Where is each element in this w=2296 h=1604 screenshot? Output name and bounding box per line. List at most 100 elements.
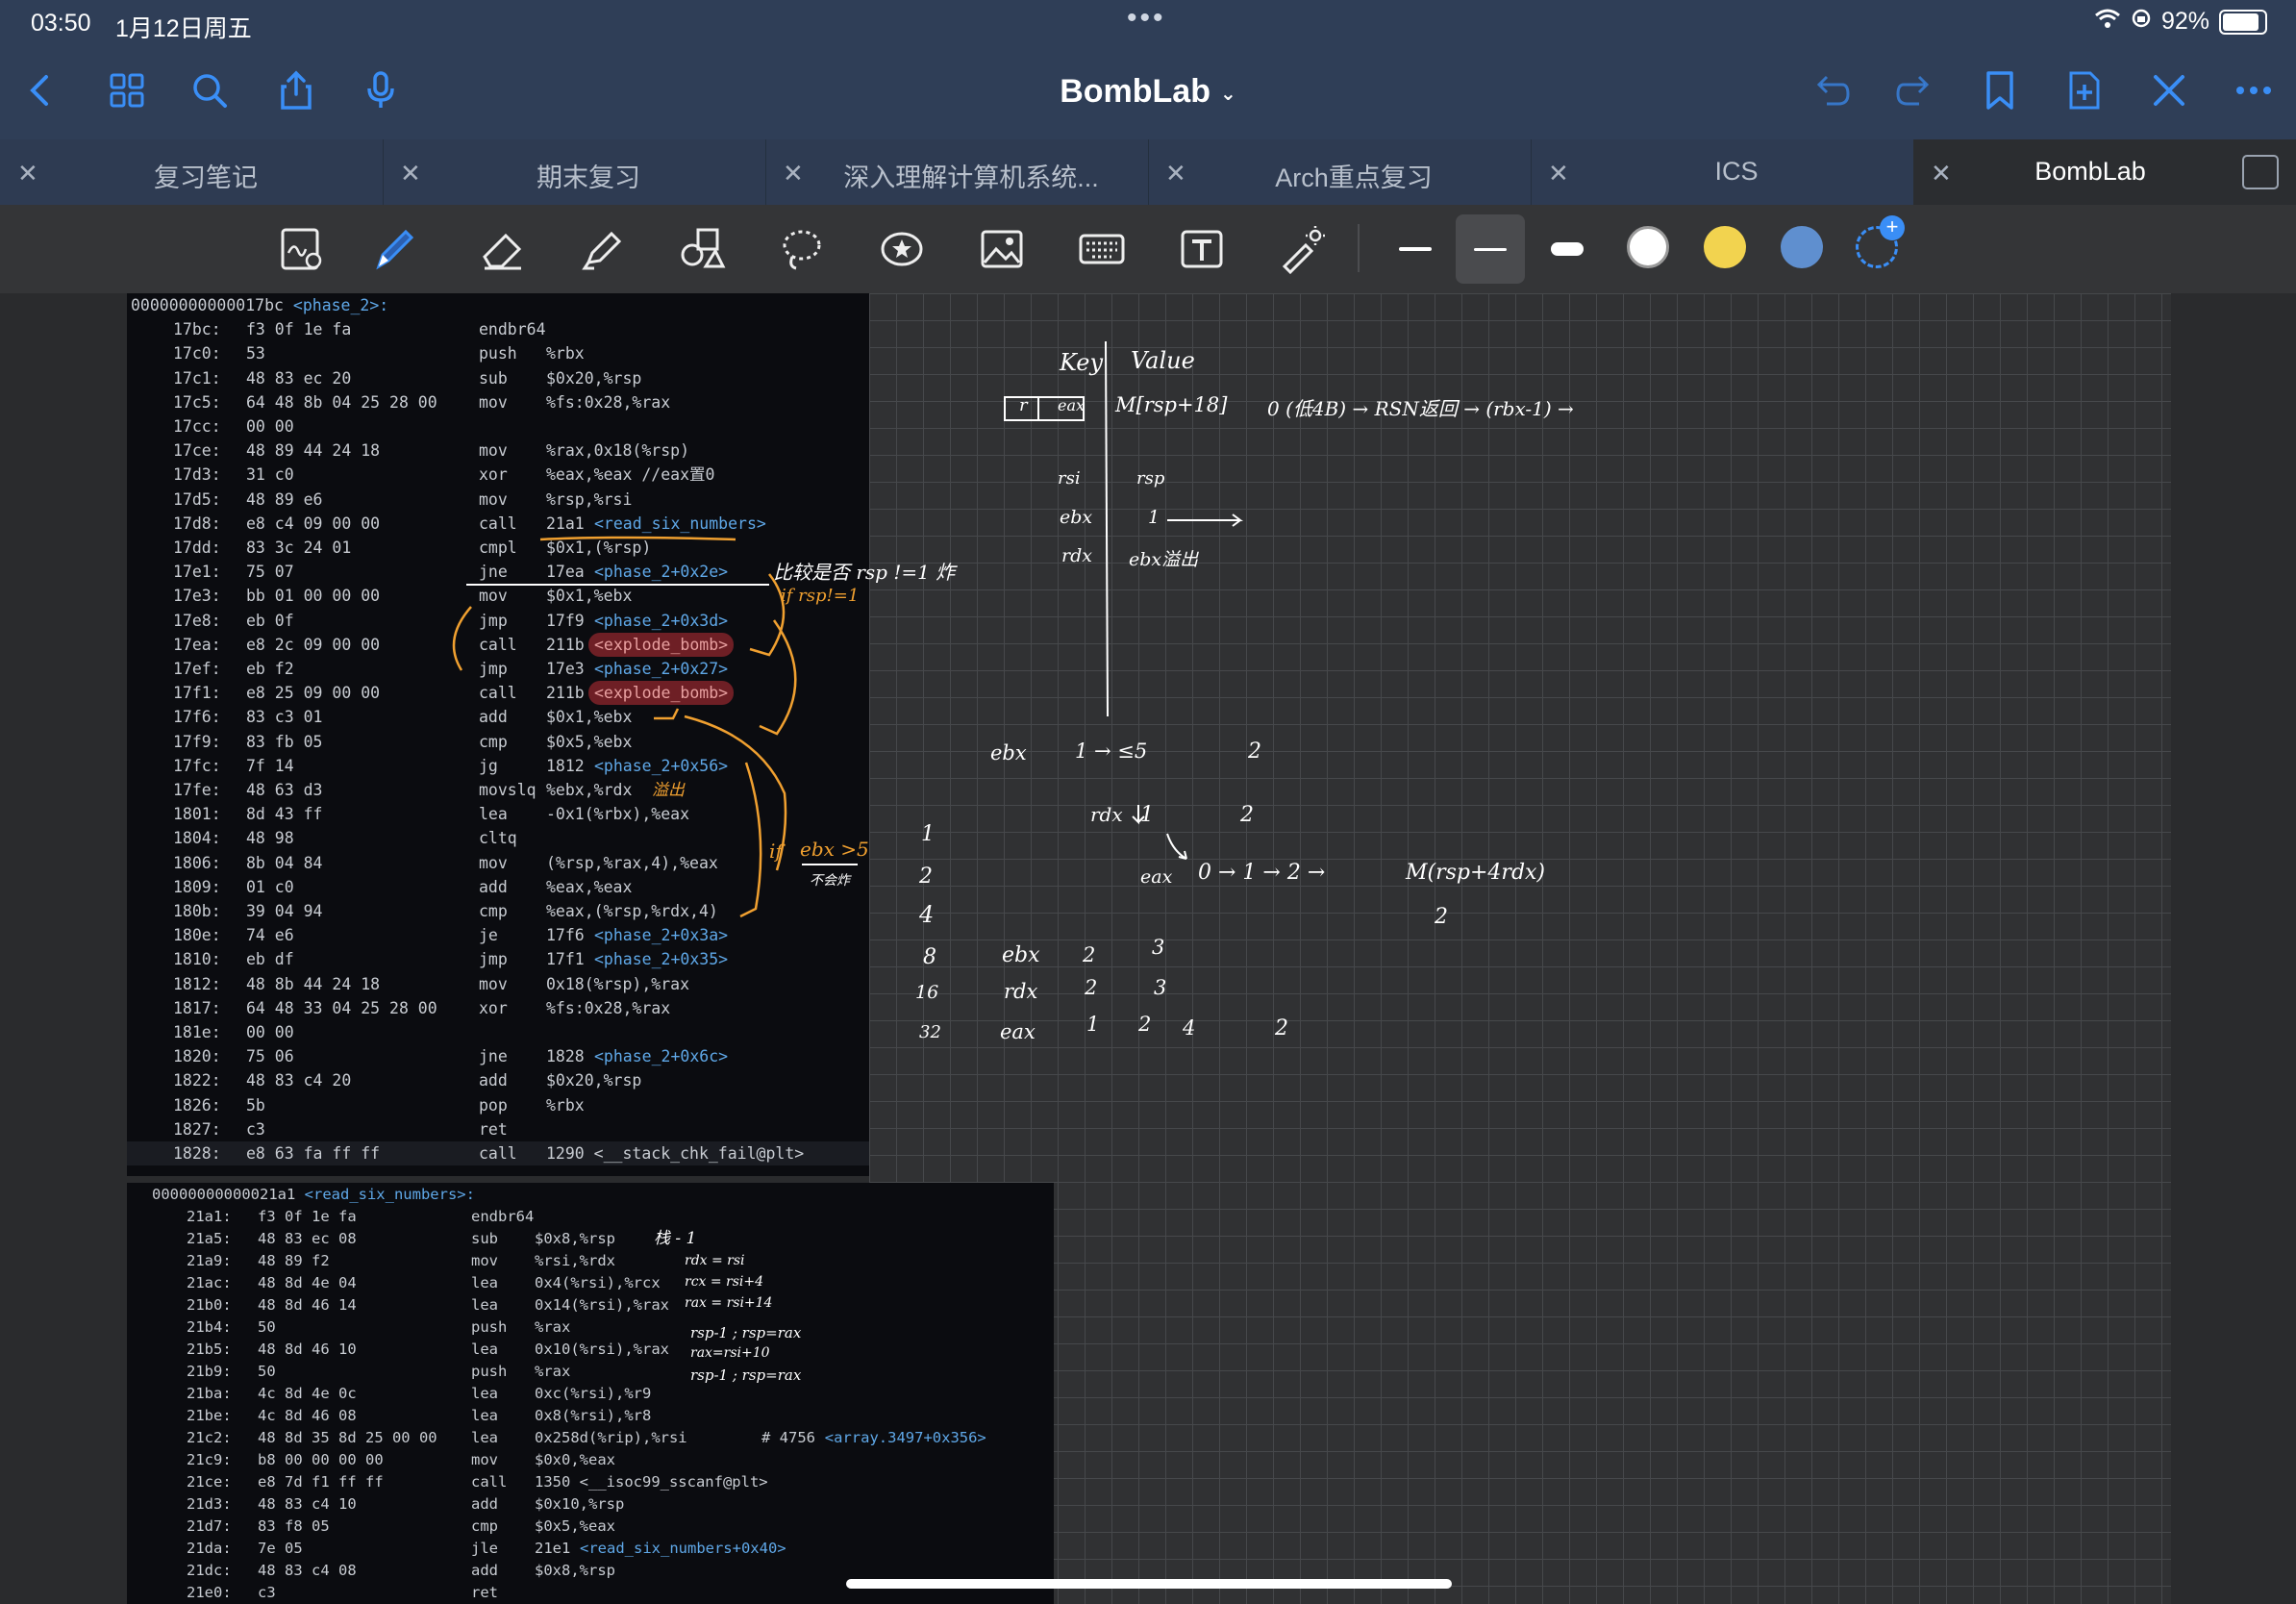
document-title[interactable]: BombLab ⌄: [0, 73, 2296, 111]
trace-ebx-range: 1 → ≤5: [1075, 739, 1148, 763]
note-stack-minus-1: 栈 - 1: [654, 1229, 697, 1248]
more-icon[interactable]: [2227, 63, 2281, 117]
home-indicator[interactable]: [846, 1579, 1452, 1589]
tab-close-icon[interactable]: ✕: [1165, 159, 1186, 188]
kv-row2-value: rsp: [1136, 468, 1165, 489]
stroke-medium-icon[interactable]: [1456, 214, 1525, 284]
note-if-rsp: if rsp!=1: [781, 586, 860, 606]
trace2-rdx-label: rdx: [1004, 980, 1038, 1003]
trace2-eax-end: 2: [1275, 1016, 1288, 1040]
seq-2: 2: [919, 865, 933, 889]
annotation-strokes: [452, 536, 858, 918]
trace-arrows: [1132, 805, 1187, 860]
trace2-eax-2: 2: [1138, 1013, 1152, 1036]
kv-value-header: Value: [1131, 347, 1195, 374]
kv-row3-value: 1: [1148, 507, 1160, 528]
tab-label: ICS: [1714, 157, 1759, 186]
battery-percent: 92%: [2160, 8, 2209, 35]
drawing-toolbar: +: [0, 205, 2296, 293]
seq-16: 16: [915, 982, 939, 1003]
tab-ics[interactable]: ✕ ICS: [1531, 139, 1914, 205]
color-swatch-yellow[interactable]: [1704, 226, 1746, 268]
tab-review-notes[interactable]: ✕ 复习笔记: [0, 139, 384, 205]
tab-close-icon[interactable]: ✕: [17, 159, 38, 188]
text-icon[interactable]: [1167, 214, 1236, 284]
note-canvas[interactable]: 00000000000017bc <phase_2>: 17bc: f3 0f 1…: [0, 293, 2296, 1604]
trace-ebx-2: 2: [1248, 739, 1261, 764]
pen-icon[interactable]: [360, 214, 429, 284]
trace-rdx-label: rdx: [1090, 803, 1123, 826]
stroke-thick-icon[interactable]: [1533, 214, 1602, 284]
eraser-icon[interactable]: [467, 214, 537, 284]
tab-label: 复习笔记: [154, 163, 258, 192]
tab-label: 深入理解计算机系统...: [843, 163, 1099, 192]
seq-8: 8: [923, 945, 936, 969]
keyboard-icon[interactable]: [1067, 214, 1136, 284]
image-icon[interactable]: [967, 214, 1036, 284]
shapes-icon[interactable]: [667, 214, 736, 284]
trace2-eax-label: eax: [1000, 1020, 1036, 1043]
status-time: 03:50: [31, 10, 91, 37]
split-view-icon[interactable]: [2242, 155, 2279, 189]
note-rcx-rsi4: rcx = rsi+4: [685, 1274, 764, 1290]
battery-icon: [2219, 9, 2267, 35]
multitasking-dots-icon[interactable]: •••: [1127, 2, 1166, 35]
seq-4: 4: [919, 901, 935, 928]
trace2-rdx-2: 2: [1085, 976, 1098, 999]
note-overflow: 溢出: [652, 781, 685, 800]
redo-icon[interactable]: [1888, 63, 1942, 117]
trace-eax-label: eax: [1140, 866, 1173, 888]
add-page-icon[interactable]: [2058, 63, 2111, 117]
color-swatch-blue[interactable]: [1781, 226, 1823, 268]
tab-csapp[interactable]: ✕ 深入理解计算机系统...: [765, 139, 1149, 205]
laser-pointer-icon[interactable]: [1267, 214, 1336, 284]
tab-close-icon[interactable]: ✕: [1931, 159, 1952, 188]
kv-row1-key-b: eax: [1058, 396, 1086, 414]
tab-arch-review[interactable]: ✕ Arch重点复习: [1148, 139, 1532, 205]
note-push-rax-2: rsp-1 ; rsp=rax: [690, 1366, 802, 1384]
note-rax-rsi14: rax = rsi+14: [685, 1295, 773, 1311]
stroke-thin-icon[interactable]: [1381, 214, 1450, 284]
tab-bomblab[interactable]: ✕ BombLab: [1913, 139, 2296, 205]
lasso-icon[interactable]: [767, 214, 836, 284]
trace-mem-2: 2: [1435, 905, 1448, 929]
seq-1: 1: [921, 822, 935, 846]
undo-icon[interactable]: [1804, 63, 1858, 117]
orientation-lock-icon: [2131, 8, 2152, 36]
trace-eax-chain: 0 → 1 → 2 →: [1198, 861, 1326, 885]
note-ebx-gt-5: ebx >5: [800, 838, 869, 861]
page-zoom-icon[interactable]: [267, 214, 337, 284]
top-bar: 03:50 1月12日周五 ••• 92% BombLab ⌄: [0, 0, 2296, 139]
kv-row2-key: rsi: [1058, 468, 1081, 489]
trace2-ebx-label: ebx: [1002, 943, 1040, 967]
trace-ebx-label: ebx: [990, 741, 1027, 764]
kv-row1-value: M[rsp+18]: [1115, 393, 1228, 416]
trace2-eax-1: 1: [1086, 1013, 1100, 1036]
kv-row1-chain: 0 (低4B) → RSN返回 → (rbx-1) →: [1267, 397, 1574, 420]
tab-label: 期末复习: [537, 163, 640, 192]
trace2-eax-4: 4: [1183, 1016, 1196, 1040]
kv-row3-key: ebx: [1060, 507, 1093, 528]
tab-close-icon[interactable]: ✕: [783, 159, 804, 188]
trace2-ebx-2: 2: [1083, 943, 1096, 966]
tab-close-icon[interactable]: ✕: [1548, 159, 1569, 188]
trace2-rdx-3: 3: [1154, 976, 1167, 999]
color-swatch-white[interactable]: [1627, 226, 1669, 268]
note-push-rax-1: rsp-1 ; rsp=rax: [690, 1324, 802, 1341]
note-rax-rsi10: rax=rsi+10: [690, 1345, 770, 1361]
note-no-explode: 不会炸: [810, 873, 850, 889]
trace-mem: M(rsp+4rdx): [1406, 861, 1546, 885]
note-rdx-rsi: rdx = rsi: [685, 1253, 745, 1268]
highlighter-icon[interactable]: [567, 214, 636, 284]
tab-close-icon[interactable]: ✕: [400, 159, 421, 188]
status-date: 1月12日周五: [115, 15, 252, 42]
tab-final-review[interactable]: ✕ 期末复习: [383, 139, 766, 205]
kv-key-header: Key: [1060, 349, 1104, 376]
add-color-button[interactable]: +: [1856, 215, 1905, 268]
trace-rdx-2: 2: [1240, 803, 1254, 827]
close-x-icon[interactable]: [2142, 63, 2196, 117]
bookmark-icon[interactable]: [1973, 63, 2027, 117]
note-if: if: [769, 840, 783, 863]
kv-row4-key: rdx: [1061, 545, 1092, 566]
stickers-icon[interactable]: [867, 214, 936, 284]
